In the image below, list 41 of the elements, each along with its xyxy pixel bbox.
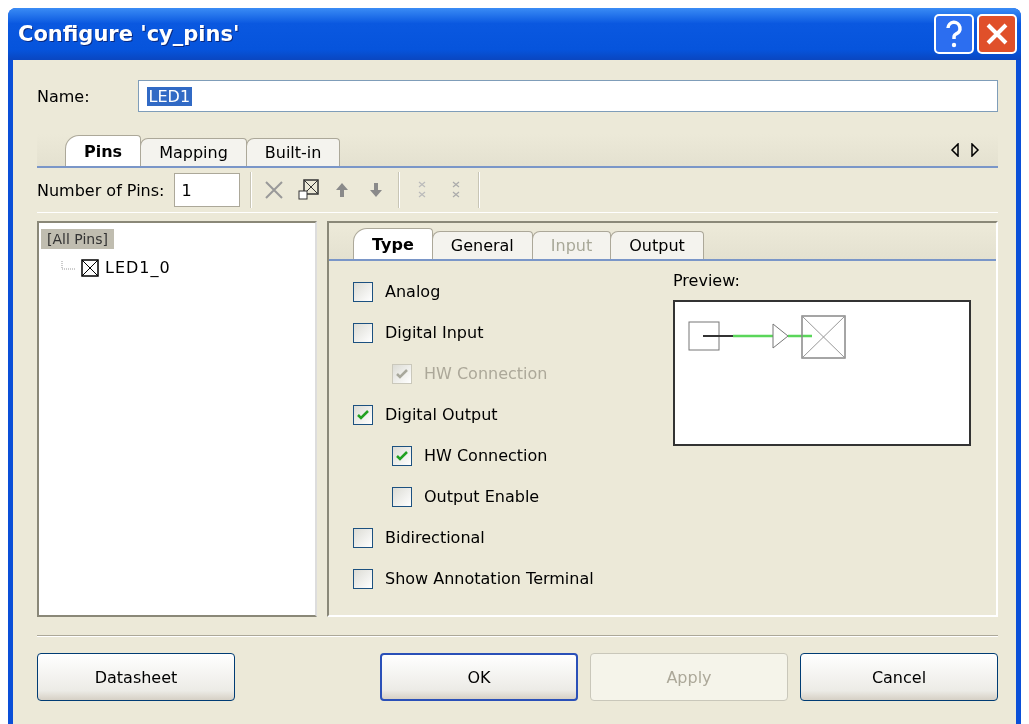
check-mark-icon [356,407,370,422]
checkbox[interactable] [353,322,373,343]
pins-count-field[interactable]: 1 [174,173,241,207]
name-input-field[interactable]: LED1 [137,80,998,112]
option-label: Digital Input [385,323,484,342]
check-mark-icon [395,366,409,381]
checkbox[interactable] [392,486,412,507]
dialog-button[interactable]: Cancel [800,653,998,701]
option-label: Analog [385,282,441,301]
tree-item[interactable]: LED1_0 [105,258,171,277]
tab[interactable]: Output [610,231,704,259]
pin-box-icon[interactable] [296,178,321,202]
option-label: Bidirectional [385,528,485,547]
checkbox[interactable] [392,445,412,466]
pin-box-icon [81,258,99,277]
tab[interactable]: Built-in [245,138,341,166]
option-label: Output Enable [424,487,540,506]
check-mark-icon [395,448,409,463]
checkbox[interactable] [353,568,373,589]
tree-item[interactable]: [All Pins] [41,229,114,249]
checkbox[interactable] [353,281,373,302]
scroll-left-icon[interactable] [950,143,960,157]
tab[interactable]: General [431,231,533,259]
checkbox[interactable] [353,527,373,548]
option-label: HW Connection [424,446,548,465]
dialog-button[interactable]: Datasheet [37,653,235,701]
tab[interactable]: Mapping [140,138,247,166]
name-label: Name: [37,86,90,106]
option-label: Digital Output [385,405,498,424]
tab[interactable]: Type [353,228,433,259]
preview-label: Preview: [673,271,741,290]
window-title: Configure 'cy_pins' [18,22,240,46]
help-icon[interactable] [934,14,974,54]
pins-count-label: Number of Pins: [37,180,165,200]
scroll-right-icon[interactable] [970,143,980,157]
option-label: HW Connection [424,364,548,383]
dialog-button[interactable]: OK [380,653,578,701]
option-label: Show Annotation Terminal [385,569,594,588]
tab[interactable]: Pins [65,135,142,166]
checkbox[interactable] [353,404,373,425]
close-icon[interactable] [977,14,1017,54]
